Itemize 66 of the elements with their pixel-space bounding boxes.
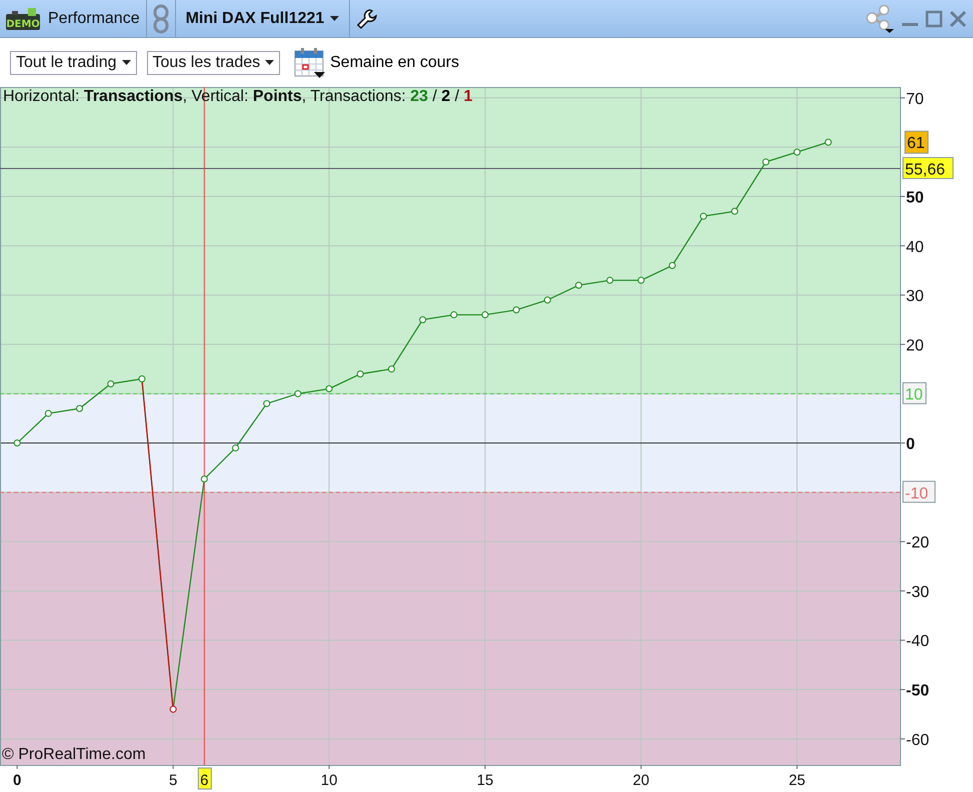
data-point bbox=[731, 208, 738, 215]
copyright-text: © ProRealTime.com bbox=[2, 746, 146, 764]
y-axis-label: -50 bbox=[906, 682, 930, 700]
data-point bbox=[419, 316, 426, 324]
data-point bbox=[638, 276, 645, 284]
data-point bbox=[512, 306, 520, 314]
data-point bbox=[138, 375, 146, 382]
window-title: Performance bbox=[48, 10, 140, 28]
close-icon[interactable] bbox=[949, 10, 967, 28]
data-point bbox=[294, 390, 302, 398]
data-point bbox=[700, 212, 707, 220]
data-point bbox=[44, 410, 52, 417]
caret-icon bbox=[122, 60, 131, 65]
filter-dropdown[interactable]: Tous les trades bbox=[146, 50, 280, 74]
data-point bbox=[606, 276, 614, 284]
share-icon[interactable] bbox=[865, 4, 895, 34]
cursor-x-tag: 6 bbox=[198, 768, 212, 790]
ref-line-label: 10 bbox=[905, 386, 923, 404]
x-axis-label: 25 bbox=[788, 772, 806, 789]
y-axis-label: -40 bbox=[906, 633, 930, 650]
data-point bbox=[388, 366, 395, 373]
data-point bbox=[482, 311, 489, 318]
y-axis-label: 50 bbox=[906, 189, 924, 206]
caret-icon bbox=[265, 60, 274, 65]
x-axis-label: 20 bbox=[632, 772, 650, 789]
data-point bbox=[762, 158, 770, 166]
x-axis-label: 15 bbox=[476, 772, 494, 789]
data-point bbox=[575, 282, 582, 289]
instrument-dropdown[interactable]: Mini DAX Full1221 bbox=[182, 10, 344, 28]
data-point bbox=[356, 370, 364, 378]
data-point bbox=[107, 380, 114, 388]
y-axis-label: -20 bbox=[906, 534, 930, 552]
y-axis-label: 0 bbox=[906, 436, 915, 453]
data-point bbox=[326, 385, 333, 392]
reference-tag: -10 bbox=[902, 480, 936, 503]
data-point bbox=[824, 138, 832, 146]
data-point bbox=[14, 440, 21, 446]
ref-line-label: -10 bbox=[905, 485, 928, 502]
last-value-tag: 61 bbox=[904, 130, 928, 154]
x-axis-label: 5 bbox=[168, 772, 178, 789]
y-axis-label: 70 bbox=[906, 90, 924, 108]
data-point bbox=[450, 311, 458, 318]
y-axis-label: 20 bbox=[906, 337, 924, 354]
data-point bbox=[200, 476, 208, 482]
ref-line-label: 55,66 bbox=[905, 162, 946, 179]
x-axis-label: 10 bbox=[320, 772, 338, 789]
period-label: Semaine en cours bbox=[330, 54, 460, 72]
y-axis-label: -60 bbox=[906, 732, 930, 749]
reference-tag: 10 bbox=[902, 382, 926, 404]
wrench-icon[interactable] bbox=[356, 8, 378, 30]
filter-dropdown[interactable]: Tout le trading bbox=[10, 50, 137, 74]
y-axis-label: -30 bbox=[906, 584, 930, 601]
cursor-line[interactable] bbox=[204, 87, 205, 766]
y-axis-label: 40 bbox=[906, 238, 924, 256]
data-point bbox=[170, 706, 177, 713]
maximize-icon[interactable] bbox=[925, 10, 943, 28]
data-point bbox=[794, 148, 801, 156]
reference-tag: 55,66 bbox=[902, 157, 954, 180]
data-point bbox=[668, 262, 676, 269]
y-axis-label: 30 bbox=[906, 288, 924, 306]
link-icon[interactable] bbox=[152, 4, 169, 34]
calendar-icon[interactable] bbox=[294, 46, 326, 78]
data-point bbox=[263, 400, 270, 408]
ref-line-label: 6 bbox=[200, 772, 209, 789]
caret-icon bbox=[330, 16, 340, 21]
x-axis-label: 0 bbox=[12, 772, 22, 789]
